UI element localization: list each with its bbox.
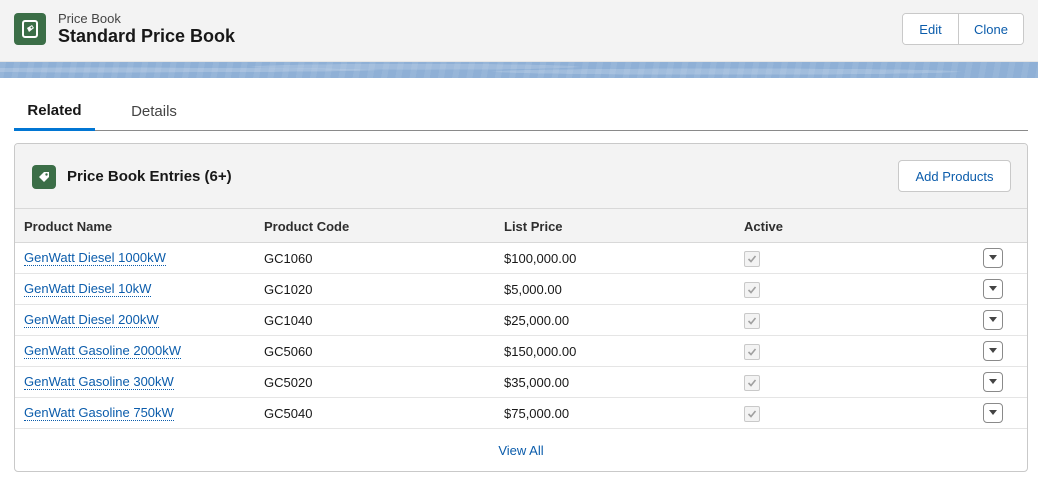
card-footer: View All	[15, 429, 1027, 471]
table-header: Product Name Product Code List Price Act…	[15, 209, 1027, 243]
list-price: $100,000.00	[504, 251, 577, 266]
column-header-active: Active	[744, 218, 784, 234]
product-name-link[interactable]: GenWatt Diesel 10kW	[24, 282, 152, 297]
view-all-link[interactable]: View All	[498, 443, 543, 458]
chevron-down-icon	[989, 286, 997, 291]
card-title: Price Book Entries (6+)	[67, 168, 232, 185]
column-header-product-name: Product Name	[24, 218, 113, 234]
active-checkbox	[744, 313, 760, 329]
active-checkbox	[744, 282, 760, 298]
active-checkbox	[744, 375, 760, 391]
active-checkbox	[744, 344, 760, 360]
edit-button[interactable]: Edit	[903, 14, 958, 44]
product-name-link[interactable]: GenWatt Gasoline 2000kW	[24, 344, 182, 359]
column-header-list-price: List Price	[504, 218, 563, 234]
list-price: $35,000.00	[504, 375, 570, 390]
chevron-down-icon	[989, 348, 997, 353]
page-header: Price Book Standard Price Book Edit Clon…	[0, 0, 1038, 62]
tab-bar: Related Details	[14, 92, 1028, 131]
header-actions: Edit Clone	[902, 13, 1024, 45]
page-title: Standard Price Book	[58, 26, 236, 46]
row-actions-menu[interactable]	[983, 248, 1003, 268]
table-row: GenWatt Gasoline 300kW GC5020 $35,000.00	[15, 367, 1027, 398]
chevron-down-icon	[989, 410, 997, 415]
row-actions-menu[interactable]	[983, 279, 1003, 299]
card-header: Price Book Entries (6+) Add Products	[15, 144, 1027, 209]
product-code: GC5020	[264, 375, 313, 390]
chevron-down-icon	[989, 317, 997, 322]
clone-button[interactable]: Clone	[958, 14, 1023, 44]
tab-related[interactable]: Related	[14, 92, 95, 131]
product-code: GC1040	[264, 313, 313, 328]
table-row: GenWatt Gasoline 2000kW GC5060 $150,000.…	[15, 336, 1027, 367]
list-price: $5,000.00	[504, 282, 562, 297]
chevron-down-icon	[989, 379, 997, 384]
product-name-link[interactable]: GenWatt Diesel 1000kW	[24, 251, 166, 266]
list-price: $150,000.00	[504, 344, 577, 359]
table-row: GenWatt Diesel 200kW GC1040 $25,000.00	[15, 305, 1027, 336]
product-name-link[interactable]: GenWatt Gasoline 750kW	[24, 406, 174, 421]
row-actions-menu[interactable]	[983, 403, 1003, 423]
price-book-icon	[14, 13, 46, 45]
add-products-button[interactable]: Add Products	[898, 160, 1011, 192]
object-type-label: Price Book	[58, 11, 121, 26]
table-row: GenWatt Diesel 1000kW GC1060 $100,000.00	[15, 243, 1027, 274]
product-name-link[interactable]: GenWatt Diesel 200kW	[24, 313, 159, 328]
product-code: GC5060	[264, 344, 313, 359]
column-header-product-code: Product Code	[264, 218, 350, 234]
price-tag-icon	[32, 165, 56, 189]
table-body: GenWatt Diesel 1000kW GC1060 $100,000.00…	[15, 243, 1027, 429]
price-book-entries-card: Price Book Entries (6+) Add Products Pro…	[14, 143, 1028, 472]
row-actions-menu[interactable]	[983, 372, 1003, 392]
product-code: GC1020	[264, 282, 313, 297]
active-checkbox	[744, 251, 760, 267]
product-code: GC5040	[264, 406, 313, 421]
table-row: GenWatt Gasoline 750kW GC5040 $75,000.00	[15, 398, 1027, 429]
chevron-down-icon	[989, 255, 997, 260]
tab-details[interactable]: Details	[114, 92, 194, 130]
table-row: GenWatt Diesel 10kW GC1020 $5,000.00	[15, 274, 1027, 305]
list-price: $75,000.00	[504, 406, 570, 421]
row-actions-menu[interactable]	[983, 310, 1003, 330]
list-price: $25,000.00	[504, 313, 570, 328]
row-actions-menu[interactable]	[983, 341, 1003, 361]
product-code: GC1060	[264, 251, 313, 266]
active-checkbox	[744, 406, 760, 422]
product-name-link[interactable]: GenWatt Gasoline 300kW	[24, 375, 174, 390]
decorative-banner	[0, 62, 1038, 78]
